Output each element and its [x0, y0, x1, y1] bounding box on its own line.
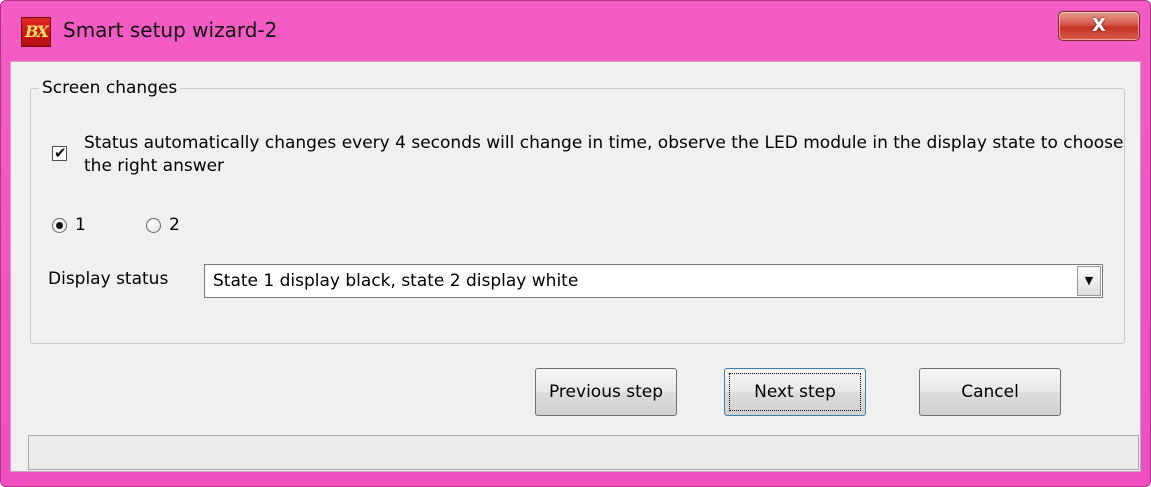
auto-change-checkbox-label[interactable]: Status automatically changes every 4 sec…	[84, 132, 1124, 178]
app-logo-icon: BX	[21, 17, 51, 47]
group-legend: Screen changes	[39, 78, 181, 98]
chevron-down-icon: ▼	[1084, 274, 1094, 287]
display-status-label: Display status	[48, 269, 169, 289]
title-bar[interactable]: BX Smart setup wizard-2 X	[1, 1, 1151, 61]
previous-step-button[interactable]: Previous step	[535, 368, 677, 416]
display-status-value: State 1 display black, state 2 display w…	[213, 271, 579, 291]
close-button[interactable]: X	[1058, 11, 1140, 41]
dialog-client-area: Screen changes ✔ Status automatically ch…	[10, 61, 1141, 472]
next-step-label: Next step	[754, 382, 836, 402]
checkmark-icon: ✔	[54, 144, 67, 162]
status-bar	[28, 435, 1139, 470]
radio-selected-dot	[56, 222, 63, 229]
dropdown-button[interactable]: ▼	[1077, 266, 1101, 296]
screen-changes-group: Screen changes	[30, 78, 1125, 344]
next-step-button[interactable]: Next step	[724, 368, 866, 416]
close-icon: X	[1092, 15, 1106, 36]
auto-change-checkbox[interactable]: ✔	[52, 144, 67, 162]
display-status-select[interactable]: State 1 display black, state 2 display w…	[204, 264, 1103, 298]
dialog-window: BX Smart setup wizard-2 X Screen changes…	[0, 0, 1151, 487]
app-logo-text: BX	[25, 22, 49, 41]
state-2-radio[interactable]	[146, 218, 161, 233]
state-2-radio-label[interactable]: 2	[169, 215, 180, 235]
state-1-radio[interactable]	[52, 218, 67, 233]
window-title: Smart setup wizard-2	[63, 18, 278, 42]
state-1-radio-label[interactable]: 1	[75, 215, 86, 235]
cancel-button[interactable]: Cancel	[919, 368, 1061, 416]
